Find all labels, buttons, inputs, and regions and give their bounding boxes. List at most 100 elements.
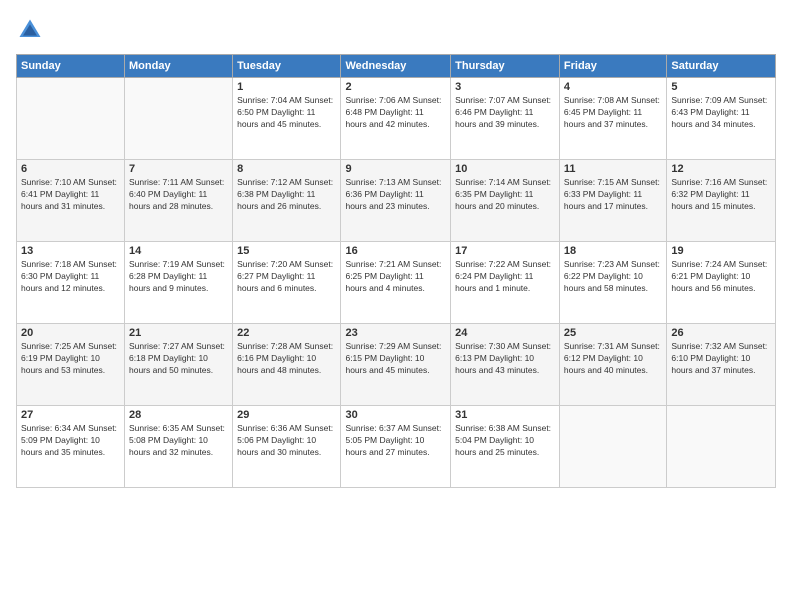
day-number: 22	[237, 327, 336, 339]
day-number: 11	[564, 163, 662, 175]
day-number: 6	[21, 163, 120, 175]
day-info: Sunrise: 7:11 AM Sunset: 6:40 PM Dayligh…	[129, 177, 228, 213]
weekday-header-tuesday: Tuesday	[233, 55, 341, 78]
calendar-cell	[17, 78, 125, 160]
weekday-header-wednesday: Wednesday	[341, 55, 451, 78]
day-info: Sunrise: 7:25 AM Sunset: 6:19 PM Dayligh…	[21, 341, 120, 377]
calendar-cell: 24 Sunrise: 7:30 AM Sunset: 6:13 PM Dayli…	[451, 324, 560, 406]
day-number: 31	[455, 409, 555, 421]
calendar-cell: 20 Sunrise: 7:25 AM Sunset: 6:19 PM Dayli…	[17, 324, 125, 406]
day-info: Sunrise: 7:08 AM Sunset: 6:45 PM Dayligh…	[564, 95, 662, 131]
calendar-cell: 17 Sunrise: 7:22 AM Sunset: 6:24 PM Dayli…	[451, 242, 560, 324]
day-info: Sunrise: 7:27 AM Sunset: 6:18 PM Dayligh…	[129, 341, 228, 377]
calendar-cell: 27 Sunrise: 6:34 AM Sunset: 5:09 PM Dayli…	[17, 406, 125, 488]
day-number: 18	[564, 245, 662, 257]
calendar-cell: 1Sunrise: 7:04 AM Sunset: 6:50 PM Daylig…	[233, 78, 341, 160]
day-info: Sunrise: 7:18 AM Sunset: 6:30 PM Dayligh…	[21, 259, 120, 295]
calendar-cell: 6 Sunrise: 7:10 AM Sunset: 6:41 PM Daylig…	[17, 160, 125, 242]
day-info: Sunrise: 6:38 AM Sunset: 5:04 PM Dayligh…	[455, 423, 555, 459]
calendar-cell: 25 Sunrise: 7:31 AM Sunset: 6:12 PM Dayli…	[559, 324, 666, 406]
calendar-cell: 8 Sunrise: 7:12 AM Sunset: 6:38 PM Daylig…	[233, 160, 341, 242]
calendar-table: SundayMondayTuesdayWednesdayThursdayFrid…	[16, 54, 776, 488]
weekday-header-saturday: Saturday	[667, 55, 776, 78]
day-info: Sunrise: 7:23 AM Sunset: 6:22 PM Dayligh…	[564, 259, 662, 295]
day-number: 16	[345, 245, 446, 257]
day-number: 5	[671, 81, 771, 93]
day-info: Sunrise: 6:36 AM Sunset: 5:06 PM Dayligh…	[237, 423, 336, 459]
day-number: 9	[345, 163, 446, 175]
day-info: Sunrise: 7:07 AM Sunset: 6:46 PM Dayligh…	[455, 95, 555, 131]
day-number: 14	[129, 245, 228, 257]
day-info: Sunrise: 7:31 AM Sunset: 6:12 PM Dayligh…	[564, 341, 662, 377]
day-info: Sunrise: 7:21 AM Sunset: 6:25 PM Dayligh…	[345, 259, 446, 295]
day-number: 26	[671, 327, 771, 339]
day-number: 19	[671, 245, 771, 257]
day-info: Sunrise: 7:10 AM Sunset: 6:41 PM Dayligh…	[21, 177, 120, 213]
day-number: 1	[237, 81, 336, 93]
day-info: Sunrise: 7:28 AM Sunset: 6:16 PM Dayligh…	[237, 341, 336, 377]
calendar-cell	[667, 406, 776, 488]
calendar-cell: 9 Sunrise: 7:13 AM Sunset: 6:36 PM Daylig…	[341, 160, 451, 242]
day-info: Sunrise: 7:16 AM Sunset: 6:32 PM Dayligh…	[671, 177, 771, 213]
day-number: 28	[129, 409, 228, 421]
day-number: 21	[129, 327, 228, 339]
day-number: 12	[671, 163, 771, 175]
day-info: Sunrise: 7:32 AM Sunset: 6:10 PM Dayligh…	[671, 341, 771, 377]
day-info: Sunrise: 7:14 AM Sunset: 6:35 PM Dayligh…	[455, 177, 555, 213]
day-number: 2	[345, 81, 446, 93]
day-number: 10	[455, 163, 555, 175]
day-info: Sunrise: 7:29 AM Sunset: 6:15 PM Dayligh…	[345, 341, 446, 377]
day-info: Sunrise: 7:30 AM Sunset: 6:13 PM Dayligh…	[455, 341, 555, 377]
calendar-cell: 30 Sunrise: 6:37 AM Sunset: 5:05 PM Dayli…	[341, 406, 451, 488]
day-number: 8	[237, 163, 336, 175]
day-number: 7	[129, 163, 228, 175]
calendar-cell: 22 Sunrise: 7:28 AM Sunset: 6:16 PM Dayli…	[233, 324, 341, 406]
day-info: Sunrise: 7:09 AM Sunset: 6:43 PM Dayligh…	[671, 95, 771, 131]
calendar-cell: 14 Sunrise: 7:19 AM Sunset: 6:28 PM Dayli…	[125, 242, 233, 324]
calendar-cell: 10 Sunrise: 7:14 AM Sunset: 6:35 PM Dayli…	[451, 160, 560, 242]
day-info: Sunrise: 6:37 AM Sunset: 5:05 PM Dayligh…	[345, 423, 446, 459]
calendar-cell	[125, 78, 233, 160]
day-info: Sunrise: 7:19 AM Sunset: 6:28 PM Dayligh…	[129, 259, 228, 295]
calendar-cell: 28Sunrise: 6:35 AM Sunset: 5:08 PM Dayli…	[125, 406, 233, 488]
day-info: Sunrise: 7:12 AM Sunset: 6:38 PM Dayligh…	[237, 177, 336, 213]
day-info: Sunrise: 7:15 AM Sunset: 6:33 PM Dayligh…	[564, 177, 662, 213]
day-info: Sunrise: 7:20 AM Sunset: 6:27 PM Dayligh…	[237, 259, 336, 295]
day-info: Sunrise: 7:24 AM Sunset: 6:21 PM Dayligh…	[671, 259, 771, 295]
day-info: Sunrise: 7:22 AM Sunset: 6:24 PM Dayligh…	[455, 259, 555, 295]
calendar-cell	[559, 406, 666, 488]
day-info: Sunrise: 6:34 AM Sunset: 5:09 PM Dayligh…	[21, 423, 120, 459]
calendar-cell: 11 Sunrise: 7:15 AM Sunset: 6:33 PM Dayli…	[559, 160, 666, 242]
calendar-cell: 3 Sunrise: 7:07 AM Sunset: 6:46 PM Daylig…	[451, 78, 560, 160]
day-number: 27	[21, 409, 120, 421]
calendar-cell: 7 Sunrise: 7:11 AM Sunset: 6:40 PM Daylig…	[125, 160, 233, 242]
day-number: 17	[455, 245, 555, 257]
day-number: 4	[564, 81, 662, 93]
day-number: 20	[21, 327, 120, 339]
weekday-header-friday: Friday	[559, 55, 666, 78]
day-number: 29	[237, 409, 336, 421]
day-number: 25	[564, 327, 662, 339]
day-number: 23	[345, 327, 446, 339]
day-info: Sunrise: 7:06 AM Sunset: 6:48 PM Dayligh…	[345, 95, 446, 131]
calendar-cell: 19 Sunrise: 7:24 AM Sunset: 6:21 PM Dayli…	[667, 242, 776, 324]
calendar-cell: 5 Sunrise: 7:09 AM Sunset: 6:43 PM Daylig…	[667, 78, 776, 160]
day-info: Sunrise: 7:13 AM Sunset: 6:36 PM Dayligh…	[345, 177, 446, 213]
calendar-cell: 26 Sunrise: 7:32 AM Sunset: 6:10 PM Dayli…	[667, 324, 776, 406]
calendar-cell: 21 Sunrise: 7:27 AM Sunset: 6:18 PM Dayli…	[125, 324, 233, 406]
calendar-cell: 16 Sunrise: 7:21 AM Sunset: 6:25 PM Dayli…	[341, 242, 451, 324]
day-number: 3	[455, 81, 555, 93]
calendar-cell: 15 Sunrise: 7:20 AM Sunset: 6:27 PM Dayli…	[233, 242, 341, 324]
calendar-cell: 13Sunrise: 7:18 AM Sunset: 6:30 PM Dayli…	[17, 242, 125, 324]
day-number: 15	[237, 245, 336, 257]
weekday-header-monday: Monday	[125, 55, 233, 78]
calendar-cell: 12 Sunrise: 7:16 AM Sunset: 6:32 PM Dayli…	[667, 160, 776, 242]
calendar-cell: 4 Sunrise: 7:08 AM Sunset: 6:45 PM Daylig…	[559, 78, 666, 160]
day-number: 24	[455, 327, 555, 339]
calendar-cell: 23 Sunrise: 7:29 AM Sunset: 6:15 PM Dayli…	[341, 324, 451, 406]
day-number: 30	[345, 409, 446, 421]
calendar-cell: 18 Sunrise: 7:23 AM Sunset: 6:22 PM Dayli…	[559, 242, 666, 324]
weekday-header-sunday: Sunday	[17, 55, 125, 78]
weekday-header-thursday: Thursday	[451, 55, 560, 78]
calendar-cell: 31 Sunrise: 6:38 AM Sunset: 5:04 PM Dayli…	[451, 406, 560, 488]
